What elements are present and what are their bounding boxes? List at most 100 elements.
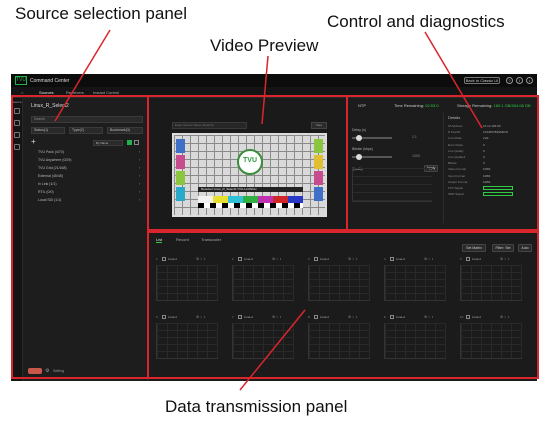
module-settings-icon[interactable]: ⚙ ○ ◑ xyxy=(500,257,509,261)
source-list-item[interactable]: Local SDI (1/1) › xyxy=(38,198,140,204)
module-graph xyxy=(232,323,294,359)
list-view-icon[interactable] xyxy=(134,140,139,145)
tab-sources[interactable]: Sources xyxy=(39,90,54,95)
tab-record[interactable]: Record xyxy=(176,237,189,242)
video-source-input[interactable]: Enter Source Name (Search) xyxy=(172,122,247,129)
chevron-right-icon: › xyxy=(138,158,140,162)
gear-icon[interactable]: ⚙ xyxy=(45,368,49,374)
storage-remaining: Storage Remaining: 163.1 GB/304.08 GB xyxy=(457,103,531,108)
source-list-item-label: Local SDI (1/1) xyxy=(38,198,62,202)
take-button[interactable]: Take xyxy=(311,122,327,129)
storage-remaining-value: 163.1 GB/304.08 GB xyxy=(493,103,531,108)
tvu-logo: TVU xyxy=(15,76,27,85)
tab-list[interactable]: List xyxy=(156,237,163,243)
user-icon[interactable]: • xyxy=(526,77,533,84)
module-checkbox[interactable] xyxy=(238,257,242,261)
help-icon[interactable]: ? xyxy=(506,77,513,84)
source-list-item[interactable]: In Link (1/1) › xyxy=(38,182,140,188)
detail-value: 0 xyxy=(483,161,485,166)
module-number: 4 xyxy=(384,257,386,261)
main-tabs: ⌂ Sources Receivers Instant Control xyxy=(11,87,537,98)
record-icon[interactable] xyxy=(14,144,20,150)
module-graph xyxy=(232,265,294,301)
source-search-input[interactable]: Search xyxy=(31,116,143,123)
module-checkbox[interactable] xyxy=(314,315,318,319)
ntp-indicator: NTP xyxy=(358,103,366,108)
module-checkbox[interactable] xyxy=(238,315,242,319)
source-list-item[interactable]: TVU Pack (4/70) › xyxy=(38,150,140,156)
module-checkbox[interactable] xyxy=(466,315,470,319)
module-checkbox[interactable] xyxy=(314,257,318,261)
bitrate-slider[interactable] xyxy=(352,154,392,160)
module-checkbox[interactable] xyxy=(162,257,166,261)
grid-view-icon[interactable] xyxy=(127,140,132,145)
source-list-item[interactable]: TVU Grid (21/168) › xyxy=(38,166,140,172)
module-number: 6 xyxy=(156,315,158,319)
transmission-module: 2 LiveLd ⚙ ○ ◑ xyxy=(232,256,294,304)
module-settings-icon[interactable]: ⚙ ○ ◑ xyxy=(272,257,281,261)
receiver-name[interactable]: Linux_R_Select2 xyxy=(31,103,69,109)
detail-key: Bitrate xyxy=(448,161,457,166)
source-list-item-label: In Link (1/1) xyxy=(38,182,57,186)
module-checkbox[interactable] xyxy=(466,257,470,261)
module-number: 7 xyxy=(232,315,234,319)
control-panel-callout: Control and diagnostics xyxy=(327,12,505,31)
source-list-item[interactable]: External (45/45) › xyxy=(38,174,140,180)
type-filter[interactable]: Type(2) xyxy=(69,127,103,134)
add-source-button[interactable]: + xyxy=(31,138,36,146)
detail-row: SMP Signal xyxy=(448,192,534,198)
transmission-module: 3 LiveLd ⚙ ○ ◑ xyxy=(308,256,370,304)
color-block xyxy=(314,171,323,185)
settings-label: Setting xyxy=(53,369,64,373)
tab-instant-control[interactable]: Instant Control xyxy=(93,90,119,95)
tab-transcoder[interactable]: Transcoder xyxy=(201,237,221,242)
module-settings-icon[interactable]: ⚙ ○ ◑ xyxy=(196,257,205,261)
source-list-item[interactable]: RTIL (0/0) › xyxy=(38,190,140,196)
delay-slider[interactable] xyxy=(352,135,392,141)
detail-value: 1234567890ABCD xyxy=(483,130,509,135)
module-checkbox[interactable] xyxy=(390,257,394,261)
module-header: 2 LiveLd ⚙ ○ ◑ xyxy=(232,256,294,263)
module-checkbox[interactable] xyxy=(390,315,394,319)
detail-key: Live Mode xyxy=(448,136,462,141)
source-list-item[interactable]: TVU Anywhere (0/29) › xyxy=(38,158,140,164)
chevron-right-icon: › xyxy=(138,182,140,186)
time-remaining: Time Remaining: 02:53:0 xyxy=(394,103,439,108)
set-matrix-button[interactable]: Set Matrix xyxy=(462,244,486,252)
module-settings-icon[interactable]: ⚙ ○ ◑ xyxy=(500,315,509,319)
filter-set-button[interactable]: Filter: Set xyxy=(492,244,514,252)
color-bars xyxy=(198,196,303,203)
bitrate-slider-knob[interactable] xyxy=(356,154,362,160)
settings-footer[interactable]: ⚙ Setting xyxy=(28,368,146,376)
bookmark-filter[interactable]: Bookmark(3) xyxy=(107,127,143,134)
info-icon[interactable]: i xyxy=(516,77,523,84)
auto-button[interactable]: Auto xyxy=(518,244,532,252)
source-icon[interactable] xyxy=(14,108,20,114)
detail-key: FTP Signal xyxy=(448,185,463,190)
module-name: LiveLd xyxy=(244,315,253,319)
module-header: 6 LiveLd ⚙ ○ ◑ xyxy=(156,314,218,321)
tab-receivers[interactable]: Receivers xyxy=(66,90,84,95)
module-settings-icon[interactable]: ⚙ ○ ◑ xyxy=(196,315,205,319)
chevron-right-icon: › xyxy=(138,150,140,154)
module-checkbox[interactable] xyxy=(162,315,166,319)
module-settings-icon[interactable]: ⚙ ○ ◑ xyxy=(272,315,281,319)
status-filter[interactable]: Status(1) xyxy=(31,127,65,134)
chevron-right-icon: › xyxy=(138,198,140,202)
monitor-icon[interactable] xyxy=(14,120,20,126)
module-header: 10 LiveLd ⚙ ○ ◑ xyxy=(460,314,522,321)
module-graph xyxy=(156,323,218,359)
back-to-classic-button[interactable]: Back to Classic UI xyxy=(464,77,500,84)
color-block xyxy=(314,139,323,153)
settings-icon[interactable] xyxy=(14,132,20,138)
home-icon[interactable]: ⌂ xyxy=(21,90,23,95)
delay-slider-knob[interactable] xyxy=(356,135,362,141)
module-settings-icon[interactable]: ⚙ ○ ◑ xyxy=(348,315,357,319)
module-settings-icon[interactable]: ⚙ ○ ◑ xyxy=(424,257,433,261)
module-settings-icon[interactable]: ⚙ ○ ◑ xyxy=(424,315,433,319)
sort-select[interactable]: By Name xyxy=(93,140,123,146)
delay-value: 2.1 xyxy=(412,135,417,139)
module-settings-icon[interactable]: ⚙ ○ ◑ xyxy=(348,257,357,261)
signal-meter xyxy=(483,192,513,197)
transmission-module: 1 LiveLd ⚙ ○ ◑ xyxy=(156,256,218,304)
